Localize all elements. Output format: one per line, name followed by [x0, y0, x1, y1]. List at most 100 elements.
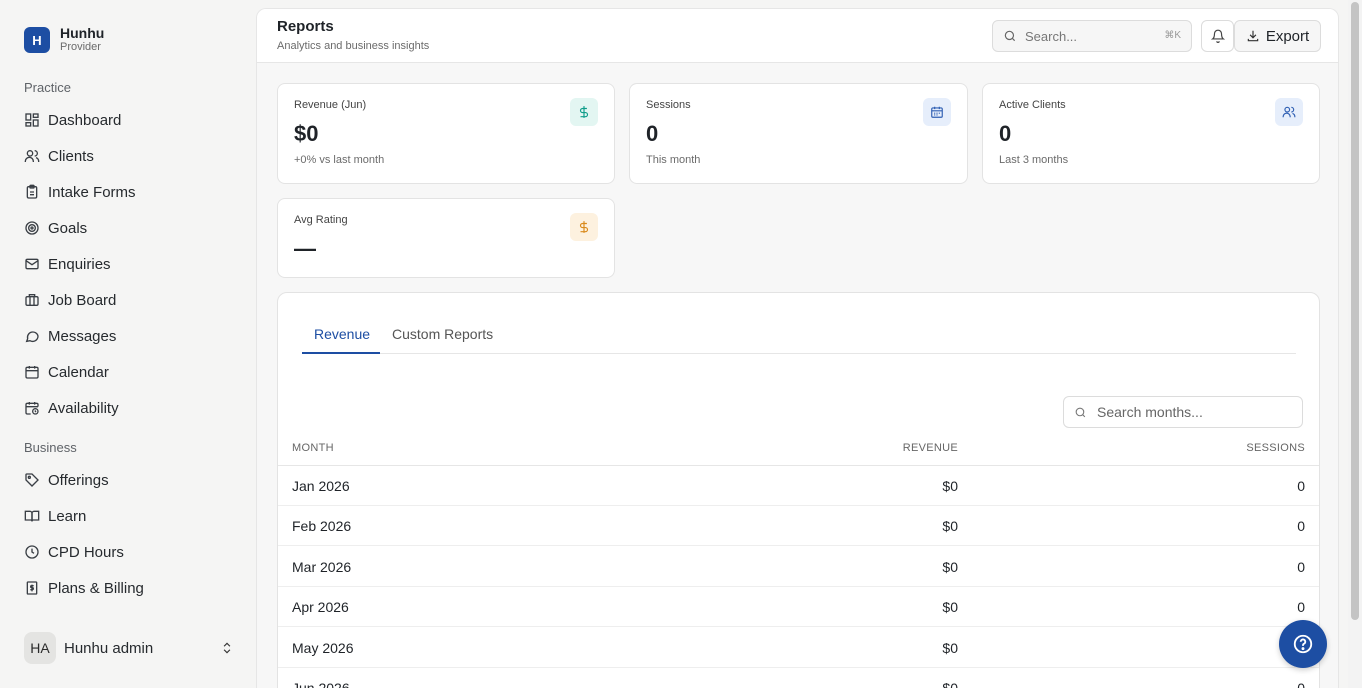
- nav-section-practice: Practice: [24, 80, 71, 95]
- clipboard-icon: [26, 184, 38, 199]
- cell-month: Feb 2026: [292, 518, 352, 534]
- sidebar-item-label: Intake Forms: [48, 183, 136, 201]
- sidebar: H Hunhu Provider Practice Dashboard Clie…: [0, 0, 256, 688]
- search-icon: [1075, 407, 1086, 417]
- column-header-revenue[interactable]: REVENUE: [903, 442, 958, 454]
- page-title: Reports: [277, 18, 334, 35]
- download-icon: [1247, 30, 1259, 42]
- sidebar-item-label: Offerings: [48, 471, 109, 489]
- column-header-month[interactable]: MONTH: [292, 442, 334, 454]
- calendar-icon: [25, 366, 39, 379]
- sidebar-item-cpd-hours[interactable]: CPD Hours: [24, 540, 124, 564]
- topbar: Reports Analytics and business insights …: [257, 9, 1338, 63]
- calendar-icon: [923, 98, 951, 126]
- notifications-button[interactable]: [1201, 20, 1234, 52]
- mail-icon: [25, 258, 39, 270]
- user-name: Hunhu admin: [64, 639, 154, 657]
- sidebar-item-goals[interactable]: Goals: [24, 216, 87, 240]
- sidebar-item-label: Availability: [48, 399, 119, 417]
- calendar-clock-icon: [25, 402, 39, 415]
- stat-card-sessions: Sessions 0 This month: [629, 83, 968, 184]
- sidebar-item-label: Calendar: [48, 363, 109, 381]
- table-row[interactable]: Apr 2026 $0 0: [278, 587, 1319, 627]
- stat-card-avg-rating: Avg Rating —: [277, 198, 615, 278]
- dashboard-icon: [25, 113, 39, 127]
- help-icon: [1293, 634, 1313, 654]
- cell-sessions: 0: [1297, 478, 1305, 494]
- nav-section-business: Business: [24, 440, 77, 455]
- stat-sub: This month: [646, 154, 701, 166]
- export-label: Export: [1265, 27, 1310, 45]
- cell-revenue: $0: [942, 478, 958, 494]
- avatar: HA: [24, 632, 56, 664]
- sidebar-item-enquiries[interactable]: Enquiries: [24, 252, 111, 276]
- report-tabs: Revenue Custom Reports: [302, 321, 1296, 354]
- sidebar-item-label: Plans & Billing: [48, 579, 144, 597]
- dollar-icon: [570, 98, 598, 126]
- tab-custom-reports[interactable]: Custom Reports: [380, 321, 505, 354]
- sidebar-item-label: Messages: [48, 327, 117, 345]
- stat-value: 0: [646, 121, 659, 146]
- clock-icon: [25, 545, 39, 559]
- table-row[interactable]: Mar 2026 $0 0: [278, 547, 1319, 587]
- report-panel: Revenue Custom Reports MONTH REVENUE SES…: [277, 292, 1320, 688]
- cell-sessions: 0: [1297, 599, 1305, 615]
- cell-revenue: $0: [942, 640, 958, 656]
- sidebar-item-offerings[interactable]: Offerings: [24, 468, 109, 492]
- user-menu[interactable]: HA Hunhu admin: [24, 632, 234, 664]
- export-button[interactable]: Export: [1234, 20, 1321, 52]
- brand-role: Provider: [60, 41, 101, 53]
- table-row[interactable]: Jan 2026 $0 0: [278, 466, 1319, 506]
- sidebar-item-job-board[interactable]: Job Board: [24, 288, 116, 312]
- brand[interactable]: H Hunhu Provider: [24, 26, 104, 54]
- column-header-sessions[interactable]: SESSIONS: [1246, 442, 1305, 454]
- table-row[interactable]: Feb 2026 $0 0: [278, 506, 1319, 546]
- cell-month: Mar 2026: [292, 559, 352, 575]
- table-header: MONTH REVENUE SESSIONS: [278, 436, 1319, 466]
- users-icon: [1275, 98, 1303, 126]
- sidebar-item-dashboard[interactable]: Dashboard: [24, 108, 121, 132]
- sidebar-item-label: Clients: [48, 147, 94, 165]
- sidebar-item-messages[interactable]: Messages: [24, 324, 116, 348]
- sidebar-item-label: CPD Hours: [48, 543, 124, 561]
- cell-month: Jan 2026: [292, 478, 350, 494]
- users-icon: [24, 150, 40, 162]
- tab-revenue[interactable]: Revenue: [302, 321, 380, 354]
- page-scrollbar[interactable]: [1348, 0, 1362, 688]
- stat-value: 0: [999, 121, 1012, 146]
- main-panel: Reports Analytics and business insights …: [256, 8, 1339, 688]
- sidebar-item-clients[interactable]: Clients: [24, 144, 94, 168]
- month-search-input[interactable]: [1097, 404, 1297, 420]
- stat-card-active-clients: Active Clients 0 Last 3 months: [982, 83, 1320, 184]
- stat-label: Sessions: [646, 99, 691, 111]
- help-button[interactable]: [1279, 620, 1327, 668]
- dollar-icon: [570, 213, 598, 241]
- month-search[interactable]: [1063, 396, 1303, 428]
- briefcase-icon: [25, 294, 39, 306]
- message-icon: [25, 331, 39, 343]
- table-row[interactable]: Jun 2026 $0 0: [278, 668, 1319, 688]
- sidebar-item-learn[interactable]: Learn: [24, 504, 86, 528]
- stat-label: Active Clients: [999, 99, 1066, 111]
- sidebar-item-availability[interactable]: Availability: [24, 396, 119, 420]
- sidebar-item-intake-forms[interactable]: Intake Forms: [24, 180, 136, 204]
- sidebar-item-calendar[interactable]: Calendar: [24, 360, 109, 384]
- cell-month: Apr 2026: [292, 599, 349, 615]
- search-input[interactable]: [1025, 28, 1155, 44]
- scrollbar-thumb[interactable]: [1351, 2, 1359, 620]
- chevron-up-down-icon: [223, 642, 231, 654]
- stat-sub: +0% vs last month: [294, 154, 385, 166]
- global-search[interactable]: ⌘K: [992, 20, 1192, 52]
- cell-revenue: $0: [942, 518, 958, 534]
- stat-value: $0: [294, 121, 319, 146]
- receipt-icon: [26, 581, 38, 595]
- sidebar-item-label: Enquiries: [48, 255, 111, 273]
- sidebar-item-plans-billing[interactable]: Plans & Billing: [24, 576, 144, 600]
- cell-revenue: $0: [942, 680, 958, 688]
- sidebar-item-label: Dashboard: [48, 111, 122, 129]
- table-row[interactable]: May 2026 $0 0: [278, 628, 1319, 668]
- search-icon: [1004, 30, 1016, 42]
- stat-label: Revenue (Jun): [294, 99, 367, 111]
- cell-sessions: 0: [1297, 518, 1305, 534]
- search-shortcut: ⌘K: [1164, 30, 1181, 41]
